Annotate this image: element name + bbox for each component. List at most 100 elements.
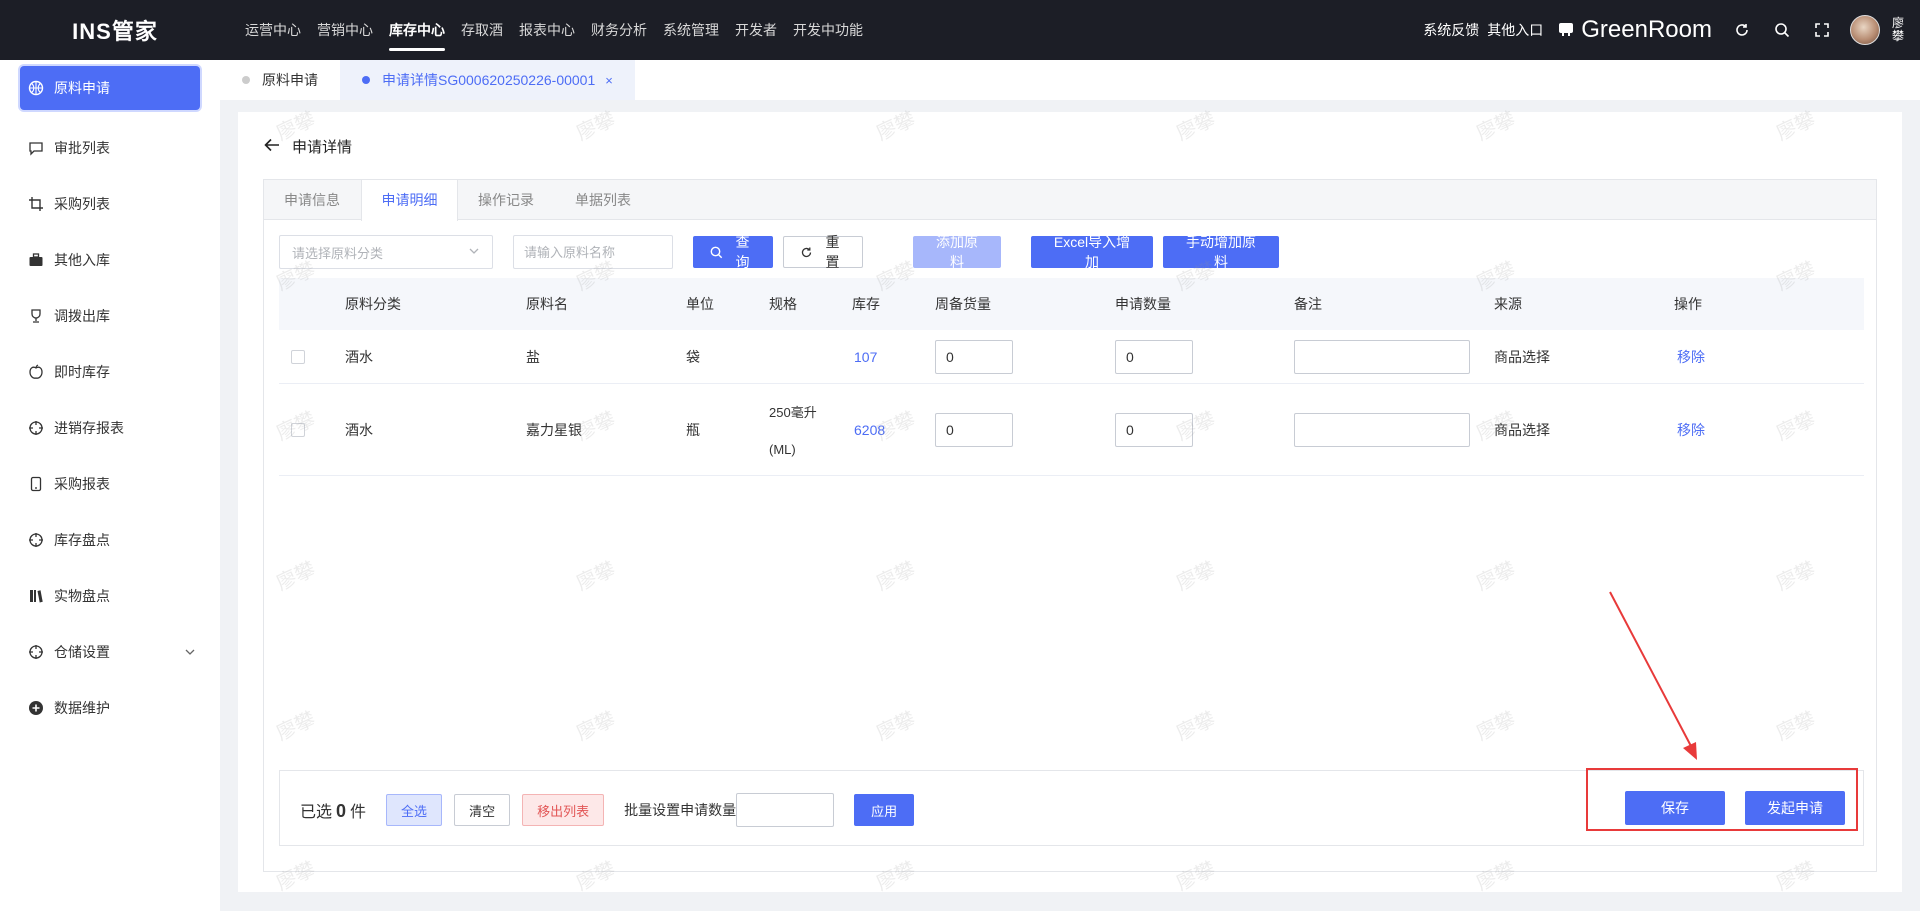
sidebar-item-label: 审批列表 [54,140,110,156]
tab-request-items[interactable]: 申请明细 [361,180,458,221]
column-header: 来源 [1494,296,1522,312]
stock-link[interactable]: 107 [854,349,877,365]
sidebar-item-purchase-list[interactable]: 采购列表 [0,176,220,232]
sidebar-item-storage-settings[interactable]: 仓储设置 [0,624,220,680]
user-name[interactable]: 廖攀 [1892,17,1906,43]
tab-request-info[interactable]: 申请信息 [264,180,361,220]
sub-tabs: 申请信息 申请明细 操作记录 单据列表 [264,180,1876,221]
close-icon[interactable]: × [605,73,613,88]
sidebar-item-material-request[interactable]: 原料申请 [20,66,200,110]
sidebar: 原料申请 审批列表 采购列表 其他入库 调拨出库 即时库存 进销存报表 采购报表… [0,60,220,911]
row-checkbox[interactable] [291,423,305,437]
weekly-stock-input[interactable] [935,413,1013,447]
tab-dot [242,76,250,84]
sidebar-item-physical-count[interactable]: 实物盘点 [0,568,220,624]
table-header: 原料分类 原料名 单位 规格 库存 周备货量 申请数量 备注 来源 操作 [279,278,1864,330]
top-nav-item[interactable]: 存取酒 [461,0,503,60]
app-logo[interactable]: INS管家 [0,14,230,46]
sidebar-item-label: 实物盘点 [54,588,110,604]
column-header: 原料分类 [345,296,401,312]
store-switcher[interactable]: GreenRoom [1557,16,1722,44]
trophy-icon [28,308,44,324]
column-header: 周备货量 [935,296,991,312]
search-icon[interactable] [1762,0,1802,60]
sidebar-item-realtime-stock[interactable]: 即时库存 [0,344,220,400]
store-name: GreenRoom [1581,16,1712,43]
selected-suffix: 件 [350,804,367,821]
page-title: 申请详情 [292,139,353,156]
table-row: 酒水 嘉力星银 瓶 250毫升 (ML) 6208 商品选择 移除 [279,384,1864,476]
stock-link[interactable]: 6208 [854,422,885,438]
books-icon [28,588,44,604]
manual-add-button[interactable]: 手动增加原料 [1163,234,1279,270]
page-tab-request-detail[interactable]: 申请详情SG000620250226-00001 × [340,60,635,100]
target-icon [28,644,44,660]
excel-import-button[interactable]: Excel导入增加 [1031,234,1153,270]
top-nav-item[interactable]: 财务分析 [591,0,647,60]
top-nav-item[interactable]: 开发中功能 [793,0,863,60]
request-qty-input[interactable] [1115,413,1193,447]
sidebar-item-purchase-report[interactable]: 采购报表 [0,456,220,512]
basketball-icon [28,80,44,96]
weekly-stock-input[interactable] [935,340,1013,374]
note-input[interactable] [1294,340,1470,374]
apply-button[interactable]: 应用 [854,794,915,826]
feedback-link[interactable]: 系统反馈 [1423,20,1479,40]
top-nav-item[interactable]: 营销中心 [317,0,373,60]
sidebar-item-label: 原料申请 [54,80,110,96]
selected-number: 0 [336,801,347,821]
category-select[interactable]: 请选择原料分类 [279,235,493,269]
request-qty-input[interactable] [1115,340,1193,374]
sidebar-item-other-inbound[interactable]: 其他入库 [0,232,220,288]
batch-qty-input[interactable] [736,793,835,827]
briefcase-icon [28,252,44,268]
page-tab-label: 原料申请 [262,72,318,88]
tab-operation-log[interactable]: 操作记录 [458,180,555,220]
add-material-button[interactable]: 添加原料 [913,234,1001,270]
batch-actions: 已选 0 件 全选 清空 移出列表 批量设置申请数量 应用 [300,793,915,827]
tab-document-list[interactable]: 单据列表 [555,180,652,220]
sidebar-item-label: 即时库存 [54,364,110,380]
sidebar-item-approval-list[interactable]: 审批列表 [0,120,220,176]
avatar[interactable] [1850,15,1880,45]
remove-link[interactable]: 移除 [1677,420,1705,440]
top-nav-item[interactable]: 开发者 [735,0,777,60]
back-arrow-icon[interactable] [264,138,280,156]
apple-icon [28,364,44,380]
page-tab-material-request[interactable]: 原料申请 [220,60,340,100]
select-all-button[interactable]: 全选 [386,794,443,826]
reset-button[interactable]: 重置 [783,234,863,270]
top-nav-item[interactable]: 运营中心 [245,0,301,60]
chevron-down-icon[interactable] [184,645,196,661]
sidebar-item-data-maintenance[interactable]: 数据维护 [0,680,220,736]
other-entry-link[interactable]: 其他入口 [1487,20,1543,40]
store-icon [1557,20,1575,41]
row-checkbox[interactable] [291,350,305,364]
query-button[interactable]: 查询 [693,234,773,270]
sidebar-item-label: 数据维护 [54,700,110,716]
note-input[interactable] [1294,413,1470,447]
batch-qty-label: 批量设置申请数量 [624,802,737,818]
target-icon [28,420,44,436]
cell-name: 嘉力星银 [526,421,582,438]
sidebar-item-label: 采购列表 [54,196,110,212]
sidebar-item-psi-report[interactable]: 进销存报表 [0,400,220,456]
top-nav: 运营中心 营销中心 库存中心 存取酒 报表中心 财务分析 系统管理 开发者 开发… [245,0,879,60]
top-nav-item[interactable]: 系统管理 [663,0,719,60]
top-nav-item[interactable]: 报表中心 [519,0,575,60]
material-name-input[interactable] [513,235,673,269]
fullscreen-icon[interactable] [1802,0,1842,60]
target-icon [28,532,44,548]
remove-from-list-button[interactable]: 移出列表 [522,794,605,826]
sidebar-item-transfer-out[interactable]: 调拨出库 [0,288,220,344]
top-nav-item-active[interactable]: 库存中心 [389,0,445,60]
clear-button[interactable]: 清空 [454,794,511,826]
refresh-icon[interactable] [1722,0,1762,60]
table-row: 酒水 盐 袋 107 商品选择 移除 [279,330,1864,384]
remove-link[interactable]: 移除 [1677,347,1705,367]
annotation-highlight-box [1586,768,1858,831]
sidebar-item-stock-count[interactable]: 库存盘点 [0,512,220,568]
cell-name: 盐 [526,348,540,365]
cell-unit: 袋 [686,348,700,365]
phone-icon [28,476,44,492]
